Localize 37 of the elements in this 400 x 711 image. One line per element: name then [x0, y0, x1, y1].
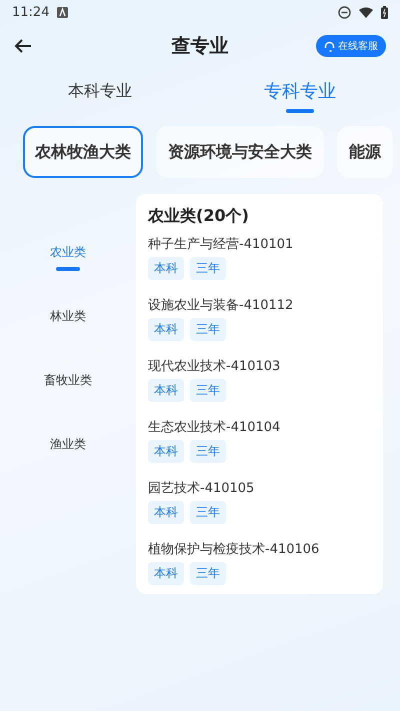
notification-icon [57, 6, 68, 18]
category-chip[interactable]: 能源 [337, 126, 393, 178]
major-name[interactable]: 植物保护与检疫技术-410106 [148, 540, 371, 558]
major-tag: 本科 [148, 318, 184, 341]
battery-icon [381, 6, 388, 18]
major-name[interactable]: 园艺技术-410105 [148, 479, 371, 497]
major-name[interactable]: 生态农业技术-410104 [148, 418, 371, 436]
major-tag: 三年 [190, 562, 226, 585]
category-chip[interactable]: 农林牧渔大类 [23, 126, 143, 178]
online-service-button[interactable]: 在线客服 [316, 35, 386, 57]
back-icon[interactable] [14, 39, 32, 53]
major-tag: 三年 [190, 257, 226, 280]
major-tag: 本科 [148, 562, 184, 585]
subcategory-item[interactable]: 农业类 [0, 226, 136, 290]
major-tag: 三年 [190, 501, 226, 524]
major-tag: 三年 [190, 379, 226, 402]
major-tag: 三年 [190, 440, 226, 463]
major-tag: 本科 [148, 501, 184, 524]
major-name[interactable]: 设施农业与装备-410112 [148, 296, 371, 314]
subcategory-item[interactable]: 林业类 [0, 290, 136, 354]
major-tag: 三年 [190, 318, 226, 341]
major-tag: 本科 [148, 440, 184, 463]
page-title: 查专业 [172, 34, 228, 59]
subcategory-item[interactable]: 渔业类 [0, 418, 136, 482]
major-name[interactable]: 种子生产与经营-410101 [148, 235, 371, 253]
major-tab[interactable]: 专科专业 [200, 68, 400, 116]
subcategory-item[interactable]: 畜牧业类 [0, 354, 136, 418]
status-time: 11:24 [12, 4, 50, 20]
headset-icon [324, 40, 335, 52]
wifi-icon [359, 6, 373, 18]
major-tag: 本科 [148, 257, 184, 280]
do-not-disturb-icon [338, 6, 351, 18]
category-chip[interactable]: 资源环境与安全大类 [156, 126, 324, 178]
list-title: 农业类(20个) [148, 206, 250, 227]
major-tab[interactable]: 本科专业 [0, 68, 200, 116]
major-tag: 本科 [148, 379, 184, 402]
major-name[interactable]: 现代农业技术-410103 [148, 357, 371, 375]
